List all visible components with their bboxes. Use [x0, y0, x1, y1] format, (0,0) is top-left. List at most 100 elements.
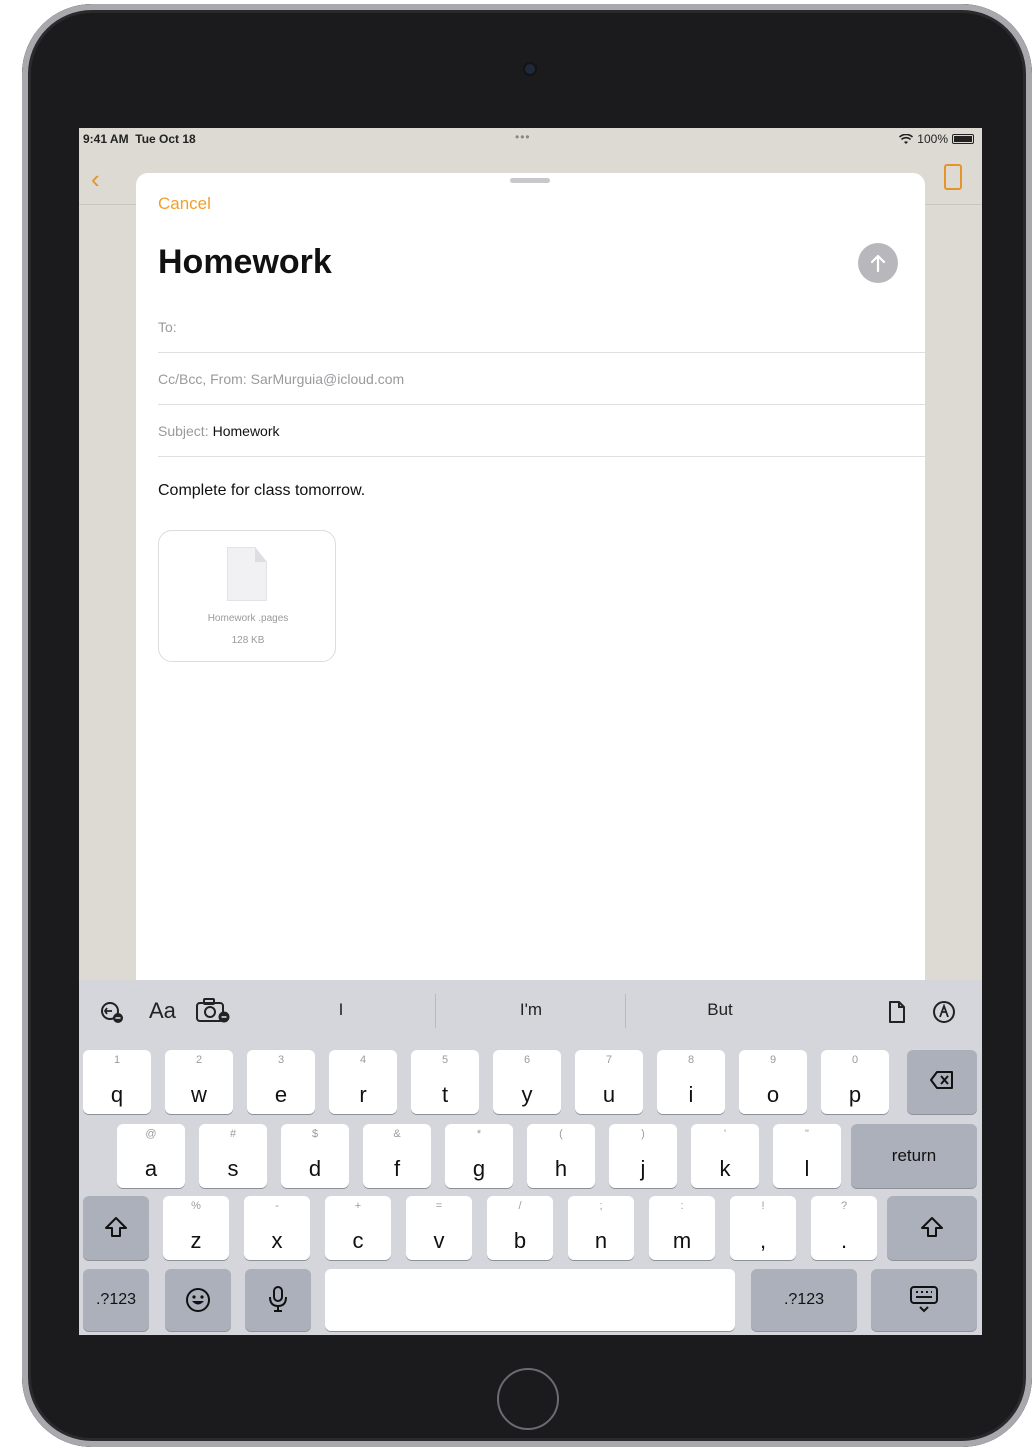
key-label: z	[190, 1228, 202, 1253]
attachment-name: Homework .pages	[207, 613, 289, 624]
key-p[interactable]: 0p	[821, 1050, 889, 1114]
key-alt-label: +	[354, 1200, 362, 1212]
key-alt-label: 2	[195, 1054, 203, 1066]
subject-label: Subject:	[158, 423, 209, 439]
key-label: i	[688, 1082, 694, 1107]
subject-field[interactable]: Subject: Homework	[158, 405, 925, 457]
key-label: c	[352, 1228, 364, 1253]
message-body[interactable]: Complete for class tomorrow.	[158, 482, 365, 500]
key-alt-label: ;	[599, 1200, 603, 1212]
key-v[interactable]: = v	[406, 1196, 472, 1260]
key-,[interactable]: !,	[730, 1196, 796, 1260]
key-alt-label: =	[435, 1200, 443, 1212]
emoji-icon	[186, 1288, 210, 1312]
notes-icon[interactable]	[944, 164, 962, 190]
numbers-key-left[interactable]: .?123	[83, 1269, 149, 1331]
key-label: p	[848, 1082, 862, 1107]
key-e[interactable]: 3e	[247, 1050, 315, 1114]
key-alt-label: )	[641, 1128, 645, 1140]
cc-bcc-from-field[interactable]: Cc/Bcc, From: SarMurguia@icloud.com	[158, 353, 925, 405]
keyboard-dismiss-icon	[910, 1286, 938, 1313]
from-address: SarMurguia@icloud.com	[250, 371, 405, 387]
shift-key-left[interactable]	[83, 1196, 149, 1260]
key-t[interactable]: 5t	[411, 1050, 479, 1114]
key-d[interactable]: $ d	[281, 1124, 349, 1188]
key-z[interactable]: % z	[163, 1196, 229, 1260]
key-alt-label: 3	[277, 1054, 285, 1066]
key-m[interactable]: :m	[649, 1196, 715, 1260]
dictation-key[interactable]	[245, 1269, 311, 1331]
key-u[interactable]: 7u	[575, 1050, 643, 1114]
status-time: 9:41 AM Tue Oct 18	[83, 132, 196, 146]
attachment-card[interactable]: Homework .pages 128 KB	[158, 530, 336, 662]
divider	[625, 994, 626, 1028]
key-alt-label: *	[476, 1128, 482, 1140]
cancel-button[interactable]: Cancel	[158, 194, 211, 214]
shift-key-right[interactable]	[887, 1196, 977, 1260]
key-alt-label: #	[229, 1128, 237, 1140]
document-icon[interactable]	[887, 1000, 907, 1024]
send-button[interactable]	[858, 243, 898, 283]
to-field[interactable]: To:	[158, 301, 925, 353]
key-label: b	[513, 1228, 527, 1253]
key-h[interactable]: (h	[527, 1124, 595, 1188]
status-bar: 9:41 AM Tue Oct 18 ••• 100%	[79, 128, 982, 150]
key-label: .	[840, 1228, 848, 1253]
key-alt-label: 8	[687, 1054, 695, 1066]
key-c[interactable]: + c	[325, 1196, 391, 1260]
document-fold	[255, 547, 267, 562]
wifi-icon	[899, 133, 914, 144]
shift-icon	[105, 1217, 127, 1237]
cc-bcc-label: Cc/Bcc, From:	[158, 371, 247, 387]
key-label: j	[640, 1156, 646, 1181]
space-bar[interactable]	[325, 1269, 735, 1331]
key-a[interactable]: @ a	[117, 1124, 185, 1188]
numbers-key-right[interactable]: .?123	[751, 1269, 857, 1331]
battery-icon	[952, 134, 974, 144]
key-f[interactable]: & f	[363, 1124, 431, 1188]
key-label: q	[110, 1082, 124, 1107]
key-.[interactable]: ?.	[811, 1196, 877, 1260]
key-label: n	[594, 1228, 608, 1253]
chevron-left-icon[interactable]: ‹	[91, 164, 100, 195]
pencil-circle-icon[interactable]	[932, 1000, 956, 1024]
key-label: x	[271, 1228, 283, 1253]
delete-key[interactable]	[907, 1050, 977, 1114]
key-l[interactable]: " l	[773, 1124, 841, 1188]
key-label: f	[393, 1156, 401, 1181]
suggestion-1[interactable]: I	[281, 1000, 401, 1020]
return-key[interactable]: return	[851, 1124, 977, 1188]
key-w[interactable]: 2w	[165, 1050, 233, 1114]
key-alt-label: %	[191, 1200, 201, 1212]
mail-compose-sheet: Cancel Homework To: Cc/Bcc, From: SarMurg…	[136, 173, 925, 993]
key-i[interactable]: 8i	[657, 1050, 725, 1114]
return-label: return	[891, 1146, 937, 1165]
key-label: v	[433, 1228, 445, 1253]
suggestion-3[interactable]: But	[660, 1000, 780, 1020]
key-r[interactable]: 4r	[329, 1050, 397, 1114]
key-n[interactable]: ; n	[568, 1196, 634, 1260]
key-j[interactable]: ) j	[609, 1124, 677, 1188]
multitasking-dots[interactable]: •••	[515, 130, 531, 144]
key-label: r	[359, 1082, 367, 1107]
key-b[interactable]: / b	[487, 1196, 553, 1260]
key-k[interactable]: ' k	[691, 1124, 759, 1188]
scribble-icon[interactable]	[99, 1000, 125, 1024]
format-button[interactable]: Aa	[149, 998, 176, 1024]
key-label: t	[441, 1082, 449, 1107]
hide-keyboard-key[interactable]	[871, 1269, 977, 1331]
sheet-grabber[interactable]	[510, 178, 550, 183]
home-button[interactable]	[497, 1368, 559, 1430]
key-g[interactable]: * g	[445, 1124, 513, 1188]
emoji-key[interactable]	[165, 1269, 231, 1331]
key-y[interactable]: 6y	[493, 1050, 561, 1114]
camera-icon[interactable]	[195, 998, 233, 1024]
key-x[interactable]: -x	[244, 1196, 310, 1260]
key-alt-label: 4	[359, 1054, 367, 1066]
key-label: g	[472, 1156, 486, 1181]
key-q[interactable]: 1q	[83, 1050, 151, 1114]
suggestion-2[interactable]: I'm	[471, 1000, 591, 1020]
key-s[interactable]: # s	[199, 1124, 267, 1188]
key-o[interactable]: 9o	[739, 1050, 807, 1114]
subject-value: Homework	[212, 423, 280, 439]
